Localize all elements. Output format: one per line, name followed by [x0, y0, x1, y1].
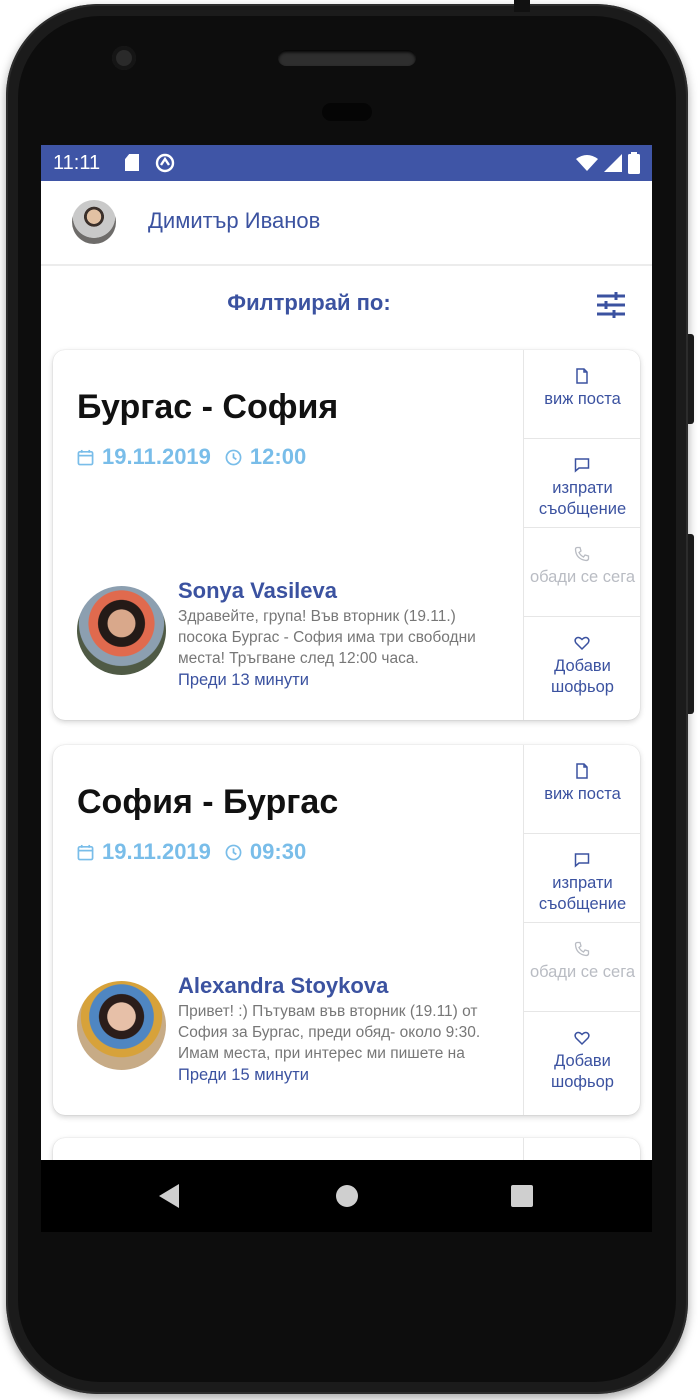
phone-icon — [574, 941, 590, 957]
app-screen: 11:11 Димитър Иванов Филтрирай по: Бурга… — [41, 145, 652, 1160]
call-label: обади се сега — [529, 568, 636, 586]
post-datetime: 19.11.2019 12:00 — [77, 444, 306, 470]
front-camera — [112, 46, 136, 70]
volume-button — [688, 334, 694, 424]
post-card[interactable]: София - Бургас 19.11.2019 09:30 Alexandr… — [53, 745, 640, 1115]
clock-icon — [225, 449, 242, 465]
post-message: Здравейте, група! Във вторник (19.11.) п… — [178, 608, 476, 667]
sd-card-icon — [125, 154, 139, 171]
add-driver-label: Добави шофьор — [551, 657, 614, 696]
sync-icon — [155, 153, 175, 173]
status-time: 11:11 — [53, 152, 101, 174]
view-post-button[interactable]: виж поста — [524, 745, 640, 834]
card-divider — [523, 1138, 524, 1160]
author-avatar[interactable] — [77, 981, 166, 1070]
post-date: 19.11.2019 — [102, 444, 211, 469]
heart-icon — [574, 1031, 590, 1046]
post-datetime: 19.11.2019 09:30 — [77, 839, 306, 865]
view-post-label: виж поста — [544, 390, 621, 408]
send-message-label: изпрати съобщение — [538, 874, 627, 913]
add-driver-button[interactable]: Добави шофьор — [524, 1012, 640, 1100]
calendar-icon — [77, 844, 94, 860]
clock-icon — [225, 844, 242, 860]
author-name[interactable]: Alexandra Stoykova — [178, 973, 388, 999]
battery-icon — [628, 152, 640, 174]
calendar-icon — [77, 449, 94, 465]
post-main: Бургас - София 19.11.2019 12:00 Sonya Va… — [53, 350, 523, 720]
navigation-bar — [41, 1160, 652, 1232]
cell-signal-icon — [604, 154, 622, 172]
file-icon — [576, 763, 588, 779]
send-message-button[interactable]: изпрати съобщение — [524, 834, 640, 923]
view-post-label: виж поста — [544, 785, 621, 803]
power-button — [688, 534, 694, 714]
send-message-label: изпрати съобщение — [538, 479, 627, 518]
status-indicators — [576, 151, 640, 175]
post-timestamp: Преди 15 минути — [178, 1066, 309, 1084]
frame-notch — [514, 0, 530, 12]
post-time: 12:00 — [249, 444, 307, 469]
status-bar: 11:11 — [41, 145, 652, 181]
call-label: обади се сега — [529, 963, 636, 981]
tune-icon[interactable] — [596, 292, 626, 318]
post-card-partial[interactable] — [53, 1138, 640, 1160]
call-button[interactable]: обади се сега — [524, 528, 640, 617]
view-post-button[interactable]: виж поста — [524, 350, 640, 439]
message-icon — [574, 458, 590, 473]
add-driver-button[interactable]: Добави шофьор — [524, 617, 640, 705]
post-author: Sonya Vasileva Здравейте, група! Във вто… — [77, 574, 517, 694]
author-name[interactable]: Sonya Vasileva — [178, 578, 337, 604]
post-actions: виж поста изпрати съобщение обади се сег… — [523, 350, 640, 720]
filter-label: Филтрирай по: — [227, 290, 391, 315]
post-time: 09:30 — [249, 839, 307, 864]
post-card[interactable]: Бургас - София 19.11.2019 12:00 Sonya Va… — [53, 350, 640, 720]
post-actions: виж поста изпрати съобщение обади се сег… — [523, 745, 640, 1115]
filter-bar: Филтрирай по: — [41, 266, 652, 336]
home-icon[interactable] — [336, 1185, 358, 1207]
wifi-icon — [576, 155, 598, 171]
back-icon[interactable] — [159, 1184, 179, 1208]
proximity-sensor — [322, 103, 372, 121]
post-main: София - Бургас 19.11.2019 09:30 Alexandr… — [53, 745, 523, 1115]
add-driver-label: Добави шофьор — [551, 1052, 614, 1091]
avatar[interactable] — [72, 200, 116, 244]
call-button[interactable]: обади се сега — [524, 923, 640, 1012]
user-header: Димитър Иванов — [41, 181, 652, 266]
message-icon — [574, 853, 590, 868]
post-author: Alexandra Stoykova Привет! :) Пътувам въ… — [77, 969, 517, 1089]
phone-icon — [574, 546, 590, 562]
post-timestamp: Преди 13 минути — [178, 671, 309, 689]
user-name[interactable]: Димитър Иванов — [148, 208, 320, 234]
post-date: 19.11.2019 — [102, 839, 211, 864]
recents-icon[interactable] — [511, 1185, 533, 1207]
send-message-button[interactable]: изпрати съобщение — [524, 439, 640, 528]
heart-icon — [574, 636, 590, 651]
file-icon — [576, 368, 588, 384]
author-avatar[interactable] — [77, 586, 166, 675]
route-title: Бургас - София — [77, 388, 339, 426]
route-title: София - Бургас — [77, 783, 339, 821]
earpiece-speaker — [278, 50, 416, 66]
post-message: Привет! :) Пътувам във вторник (19.11) о… — [178, 1003, 481, 1062]
